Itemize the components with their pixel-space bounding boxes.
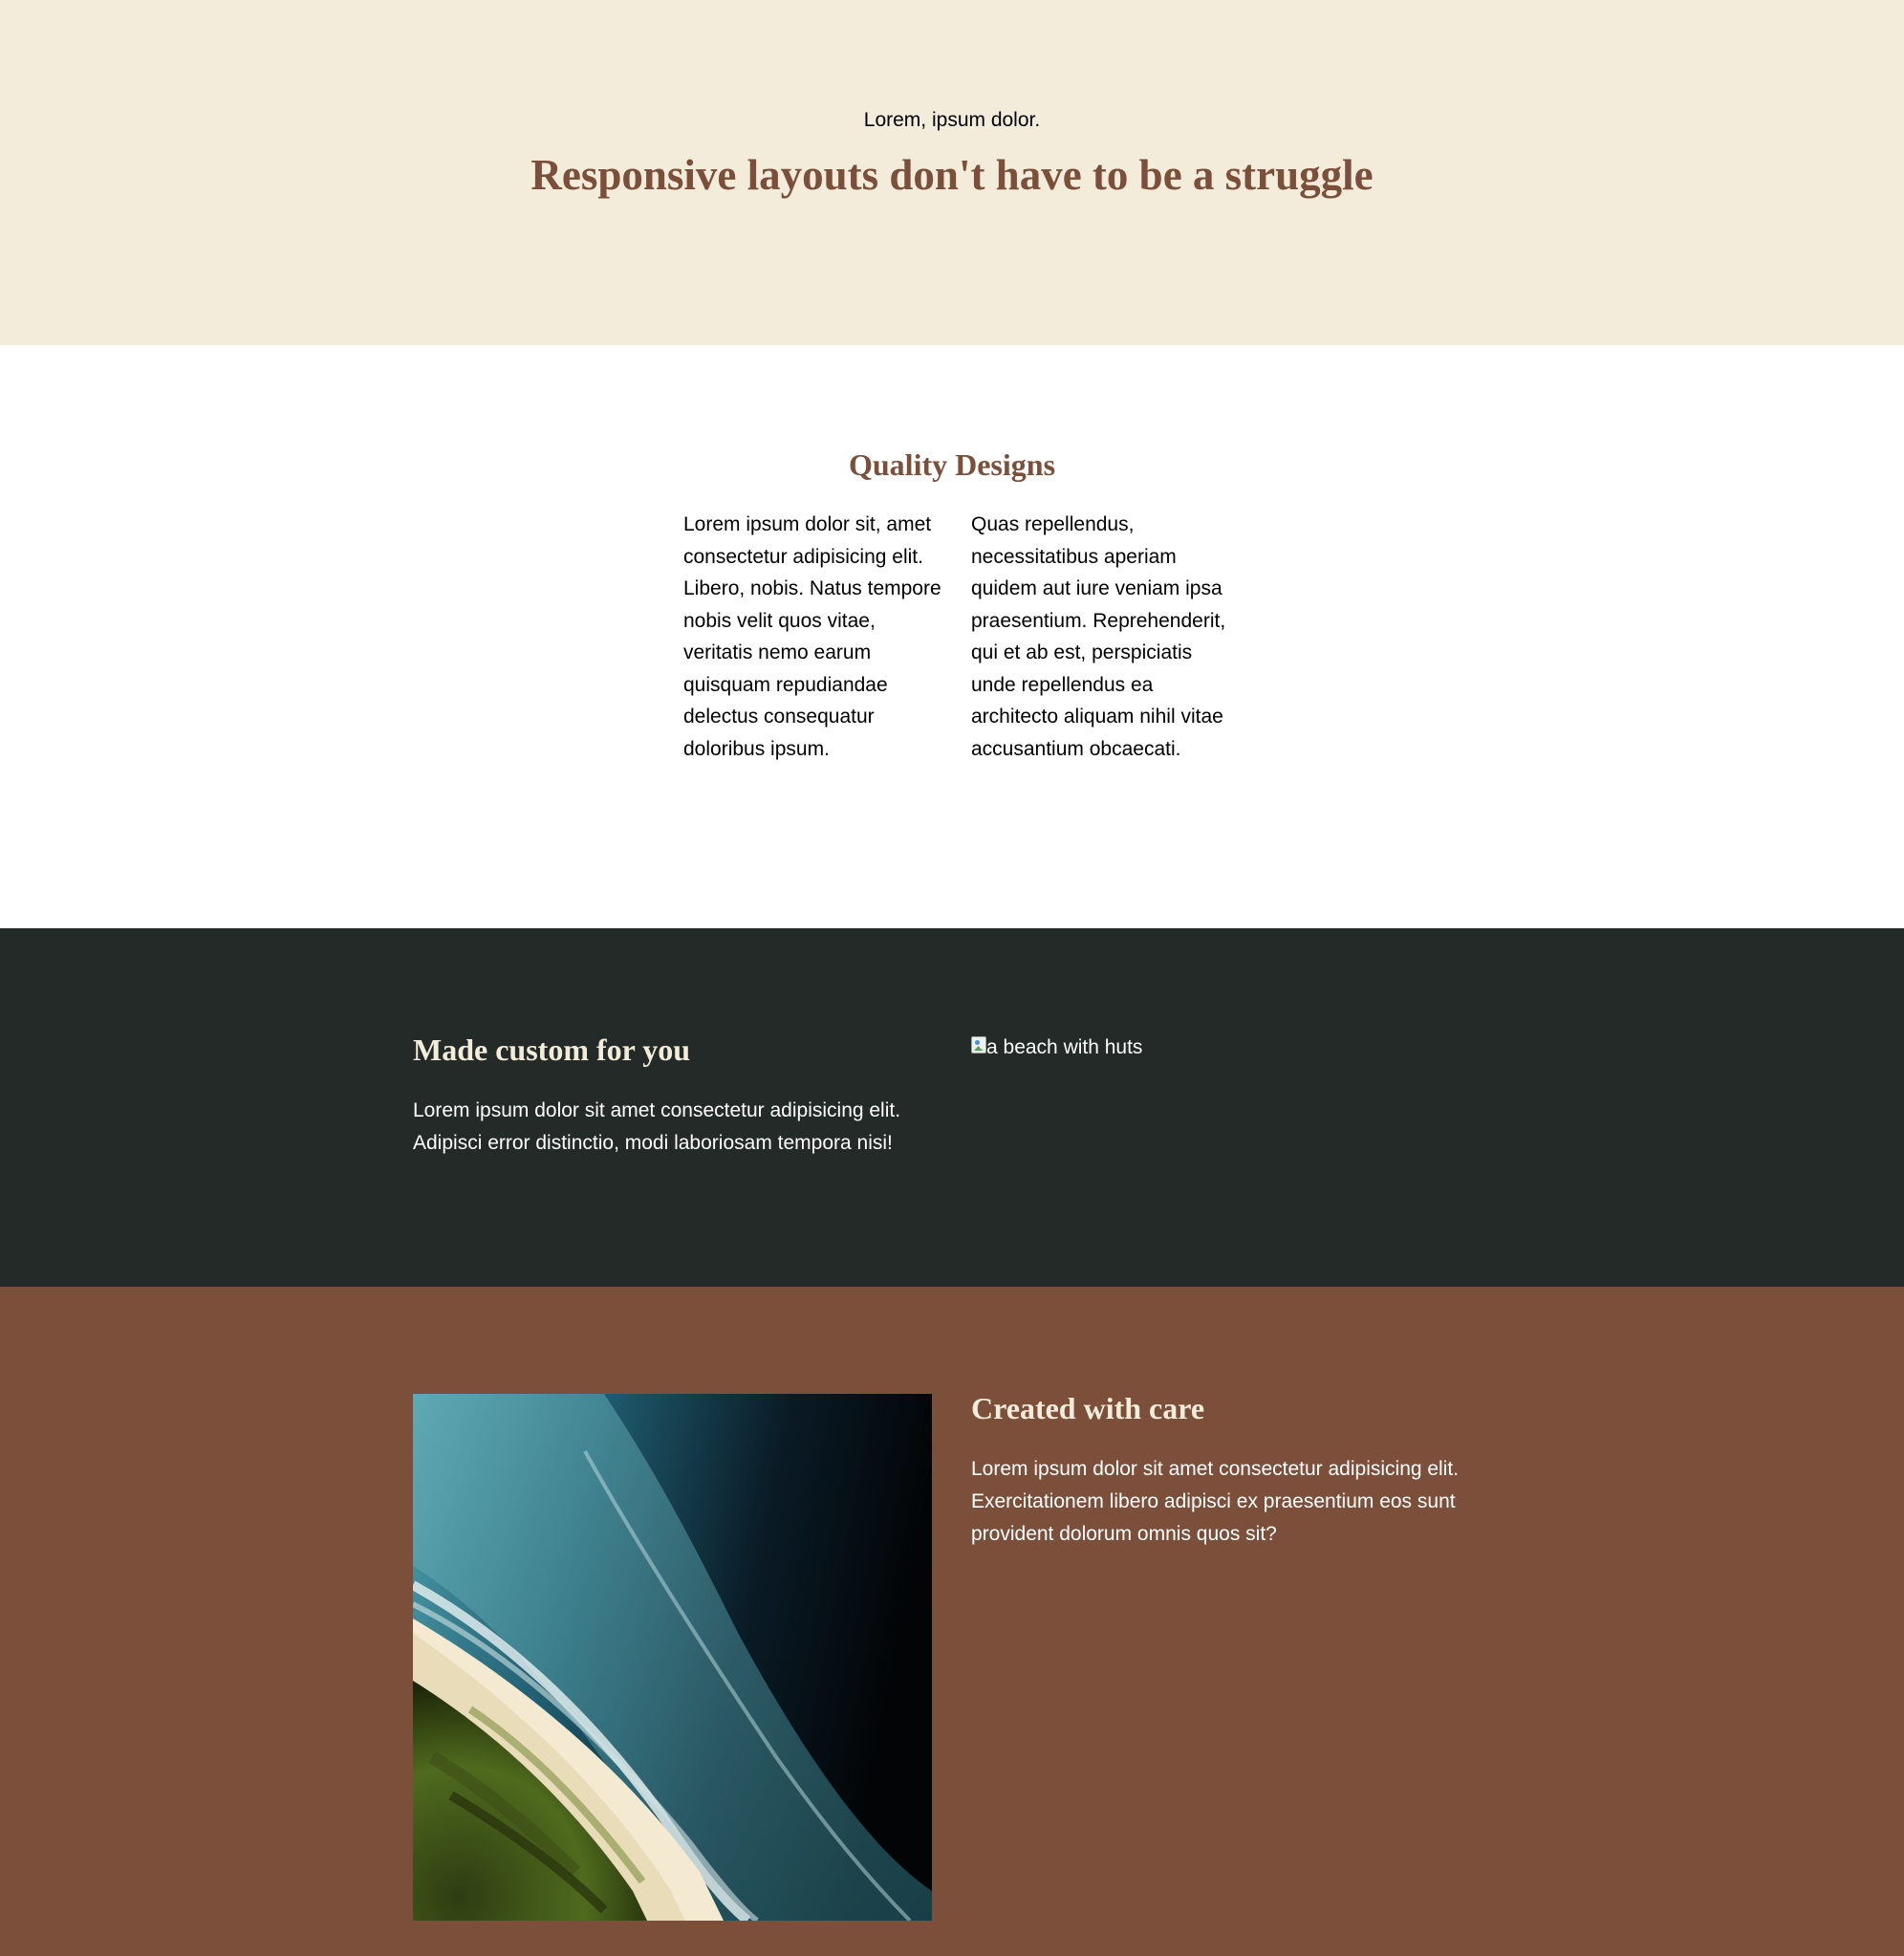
hero-eyebrow: Lorem, ipsum dolor. xyxy=(863,109,1041,131)
custom-text: Lorem ipsum dolor sit amet consectetur a… xyxy=(413,1099,901,1154)
broken-image: a beach with huts xyxy=(971,1034,1142,1061)
custom-title: Made custom for you xyxy=(413,1032,691,1067)
care-text: Lorem ipsum dolor sit amet consectetur a… xyxy=(971,1458,1460,1545)
beach-aerial-image xyxy=(413,1394,932,1921)
quality-column-1: Lorem ipsum dolor sit, amet consectetur … xyxy=(683,513,941,760)
quality-section: Quality Designs Lorem ipsum dolor sit, a… xyxy=(0,345,1904,928)
care-title: Created with care xyxy=(971,1391,1205,1425)
hero-title: Responsive layouts don't have to be a st… xyxy=(530,151,1374,199)
custom-section: Made custom for you Lorem ipsum dolor si… xyxy=(0,928,1904,1287)
quality-column-2: Quas repellendus, necessitatibus aperiam… xyxy=(971,513,1226,760)
care-section: Created with care Lorem ipsum dolor sit … xyxy=(0,1287,1904,1956)
broken-image-icon xyxy=(971,1036,986,1054)
quality-title: Quality Designs xyxy=(848,447,1056,482)
broken-image-alt-text: a beach with huts xyxy=(986,1036,1143,1058)
hero-section: Lorem, ipsum dolor. Responsive layouts d… xyxy=(0,0,1904,345)
